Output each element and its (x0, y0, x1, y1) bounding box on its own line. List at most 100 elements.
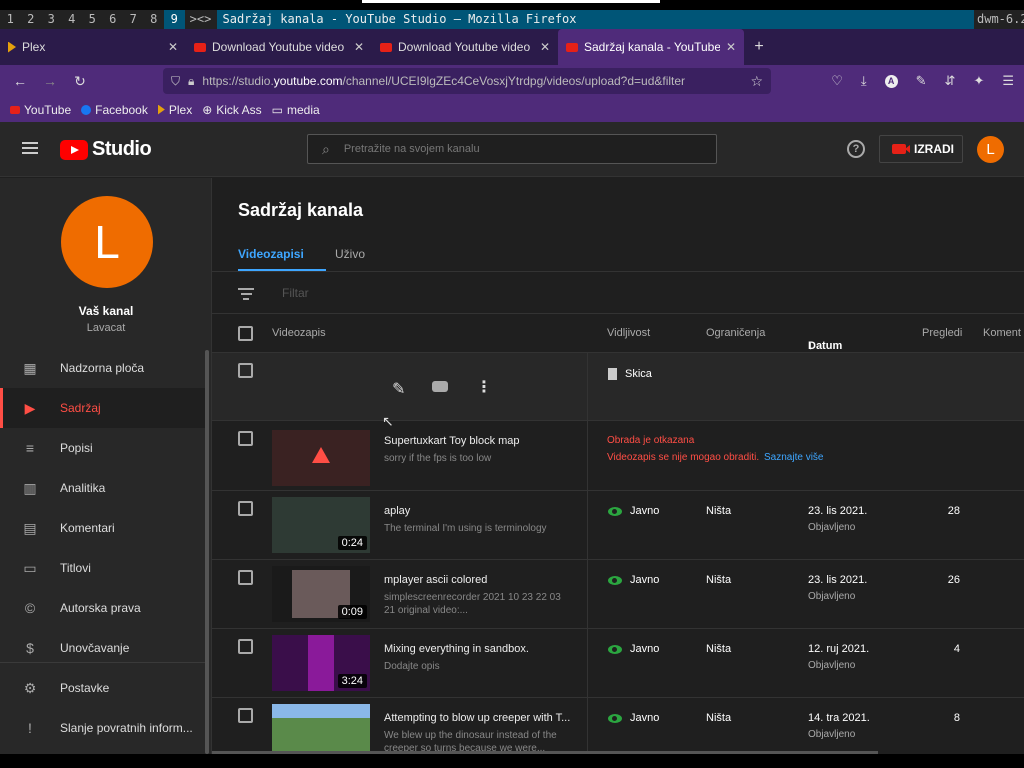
studio-logo[interactable]: Studio (60, 138, 152, 161)
dwm-tag-1[interactable]: 1 (0, 10, 21, 29)
bookmark-facebook[interactable]: Facebook (81, 103, 148, 117)
filter-input[interactable] (282, 286, 582, 300)
sidebar-item-analytics[interactable]: ▥ Analitika (0, 468, 207, 508)
browser-tab-youtube-studio[interactable]: Sadržaj kanala - YouTube ✕ (558, 29, 744, 65)
bookmark-kick-ass[interactable]: ⊕ Kick Ass (202, 103, 261, 117)
sidebar-divider (0, 662, 207, 663)
bookmark-plex[interactable]: Plex (157, 103, 192, 117)
search-input[interactable] (343, 143, 644, 155)
hamburger-menu-icon[interactable] (22, 142, 38, 154)
video-title[interactable]: mplayer ascii colored (384, 574, 584, 586)
url-bar[interactable]: ⛉ 🔒︎ https://studio.youtube.com/channel/… (163, 68, 771, 94)
edit-pencil-icon[interactable]: ✎ (392, 379, 405, 399)
column-comments[interactable]: Koment (983, 327, 1021, 339)
column-views[interactable]: Pregledi (922, 327, 962, 339)
youtube-view-icon[interactable] (432, 381, 448, 392)
url-text[interactable]: https://studio.youtube.com/channel/UCEI9… (202, 74, 742, 88)
sidebar-item-comments[interactable]: ▤ Komentari (0, 508, 207, 548)
sidebar-item-content[interactable]: ▶ Sadržaj (0, 388, 207, 428)
select-all-checkbox[interactable] (238, 326, 253, 341)
close-tab-icon[interactable]: ✕ (354, 40, 364, 54)
table-row[interactable]: 0:09 mplayer ascii colored simplescreenr… (212, 560, 1024, 629)
row-checkbox[interactable] (238, 363, 253, 378)
sidebar-item-dashboard[interactable]: ▦ Nadzorna ploča (0, 348, 207, 388)
table-row-draft[interactable]: ✎ ⋮ Skica ↖ (212, 353, 1024, 429)
browser-tab-plex[interactable]: Plex ✕ (0, 29, 186, 65)
lock-icon[interactable]: 🔒︎ (188, 74, 194, 89)
row-checkbox[interactable] (238, 501, 253, 516)
shield-icon[interactable]: ⛉ (171, 74, 180, 89)
dwm-tag-4[interactable]: 4 (62, 10, 83, 29)
dwm-tag-7[interactable]: 7 (123, 10, 144, 29)
bookmark-star-icon[interactable]: ☆ (750, 73, 763, 90)
new-tab-button[interactable]: + (744, 29, 774, 65)
extension-2-icon[interactable]: ⇵ (945, 73, 956, 89)
filter-icon[interactable] (238, 288, 254, 300)
table-row[interactable]: 3:24 Mixing everything in sandbox. Dodaj… (212, 629, 1024, 698)
create-button[interactable]: IZRADI (879, 135, 963, 163)
table-row[interactable]: 0:24 aplay The terminal I'm using is ter… (212, 491, 1024, 560)
column-restrictions[interactable]: Ograničenja (706, 327, 765, 339)
extensions-icon[interactable]: ✦ (973, 73, 984, 89)
horizontal-scrollbar[interactable] (212, 751, 878, 754)
video-title[interactable]: Attempting to blow up creeper with T... (384, 712, 584, 724)
video-thumbnail[interactable] (272, 430, 370, 486)
sidebar-item-playlists[interactable]: ≡ Popisi (0, 428, 207, 468)
sidebar-item-subtitles[interactable]: ▭ Titlovi (0, 548, 207, 588)
browser-tab-download-1[interactable]: Download Youtube video ✕ (186, 29, 372, 65)
bookmark-media-folder[interactable]: ▭ media (272, 103, 320, 117)
row-checkbox[interactable] (238, 708, 253, 723)
row-checkbox[interactable] (238, 639, 253, 654)
close-tab-icon[interactable]: ✕ (726, 40, 736, 54)
dwm-layout-symbol[interactable]: ><> (185, 10, 217, 29)
forward-icon[interactable]: → (35, 73, 65, 89)
channel-avatar[interactable]: L (61, 196, 153, 288)
video-title[interactable]: Supertuxkart Toy block map (384, 435, 584, 447)
visibility-value[interactable]: Javno (630, 505, 659, 517)
video-title[interactable]: aplay (384, 505, 584, 517)
visibility-value[interactable]: Javno (630, 574, 659, 586)
dwm-tag-5[interactable]: 5 (82, 10, 103, 29)
dwm-tag-9[interactable]: 9 (164, 10, 185, 29)
search-box[interactable]: ⌕ (307, 134, 717, 164)
bookmark-youtube[interactable]: YouTube (10, 103, 71, 117)
visibility-value[interactable]: Javno (630, 643, 659, 655)
row-checkbox[interactable] (238, 570, 253, 585)
account-avatar[interactable]: L (977, 136, 1004, 163)
tab-videos[interactable]: Videozapisi (238, 247, 304, 261)
table-row-error[interactable]: Supertuxkart Toy block map sorry if the … (212, 421, 1024, 491)
back-icon[interactable]: ← (5, 73, 35, 89)
video-title[interactable]: Mixing everything in sandbox. (384, 643, 584, 655)
learn-more-link[interactable]: Saznajte više (764, 452, 823, 463)
dwm-tag-2[interactable]: 2 (21, 10, 42, 29)
sidebar-item-copyright[interactable]: © Autorska prava (0, 588, 207, 628)
sidebar-item-feedback[interactable]: ! Slanje povratnih inform... (0, 708, 207, 748)
browser-tab-download-2[interactable]: Download Youtube video ✕ (372, 29, 558, 65)
extension-icon[interactable]: ✎ (916, 73, 927, 89)
video-thumbnail[interactable]: 0:09 (272, 566, 370, 622)
dwm-tag-3[interactable]: 3 (41, 10, 62, 29)
table-row[interactable]: Attempting to blow up creeper with T... … (212, 698, 1024, 754)
help-icon[interactable]: ? (847, 140, 865, 158)
dwm-tag-8[interactable]: 8 (144, 10, 165, 29)
visibility-value[interactable]: Javno (630, 712, 659, 724)
column-visibility[interactable]: Vidljivost (607, 327, 650, 339)
dollar-icon: $ (26, 639, 34, 656)
close-tab-icon[interactable]: ✕ (540, 40, 550, 54)
dwm-tag-6[interactable]: 6 (103, 10, 124, 29)
views-value: 8 (953, 712, 960, 724)
more-options-icon[interactable]: ⋮ (476, 377, 492, 397)
sidebar-scrollbar[interactable] (205, 350, 209, 754)
video-thumbnail[interactable] (272, 704, 370, 754)
menu-icon[interactable]: ☰ (1002, 73, 1014, 89)
row-checkbox[interactable] (238, 431, 253, 446)
close-tab-icon[interactable]: ✕ (168, 40, 178, 54)
reload-icon[interactable]: ↻ (65, 73, 95, 90)
downloads-icon[interactable]: ⤓ (861, 73, 867, 89)
video-thumbnail[interactable]: 3:24 (272, 635, 370, 691)
sidebar-item-settings[interactable]: ⚙ Postavke (0, 668, 207, 708)
video-thumbnail[interactable]: 0:24 (272, 497, 370, 553)
pocket-icon[interactable]: ♡ (831, 73, 843, 89)
account-icon[interactable]: A (884, 74, 898, 88)
tab-live[interactable]: Uživo (335, 247, 365, 261)
